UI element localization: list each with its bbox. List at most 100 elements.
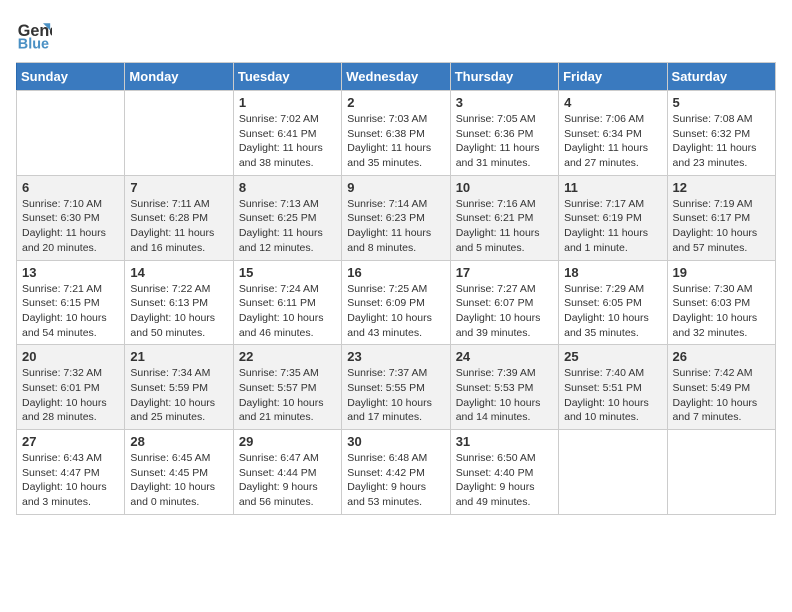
calendar-cell: 25 Sunrise: 7:40 AM Sunset: 5:51 PM Dayli… xyxy=(559,345,667,430)
week-row-1: 1Sunrise: 7:02 AM Sunset: 6:41 PM Daylig… xyxy=(17,91,776,176)
day-info: Sunrise: 7:05 AM Sunset: 6:36 PM Dayligh… xyxy=(456,112,553,171)
week-row-3: 13Sunrise: 7:21 AM Sunset: 6:15 PM Dayli… xyxy=(17,260,776,345)
calendar-cell xyxy=(17,91,125,176)
day-info: Sunrise: 7:08 AM Sunset: 6:32 PM Dayligh… xyxy=(673,112,770,171)
day-info: Sunrise: 7:25 AM Sunset: 6:09 PM Dayligh… xyxy=(347,282,444,341)
day-info: Sunrise: 7:19 AM Sunset: 6:17 PM Dayligh… xyxy=(673,197,770,256)
day-info: Sunrise: 7:37 AM Sunset: 5:55 PM Dayligh… xyxy=(347,366,444,425)
day-info: Sunrise: 6:43 AM Sunset: 4:47 PM Dayligh… xyxy=(22,451,119,510)
day-number: 24 xyxy=(456,349,553,364)
day-info: Sunrise: 7:27 AM Sunset: 6:07 PM Dayligh… xyxy=(456,282,553,341)
calendar-cell: 5 Sunrise: 7:08 AM Sunset: 6:32 PM Daylig… xyxy=(667,91,775,176)
day-number: 28 xyxy=(130,434,227,449)
calendar-cell: 2 Sunrise: 7:03 AM Sunset: 6:38 PM Daylig… xyxy=(342,91,450,176)
day-number: 8 xyxy=(239,180,336,195)
calendar-cell: 7 Sunrise: 7:11 AM Sunset: 6:28 PM Daylig… xyxy=(125,175,233,260)
calendar-cell: 12 Sunrise: 7:19 AM Sunset: 6:17 PM Dayli… xyxy=(667,175,775,260)
day-info: Sunrise: 7:40 AM Sunset: 5:51 PM Dayligh… xyxy=(564,366,661,425)
day-header-tuesday: Tuesday xyxy=(233,63,341,91)
day-info: Sunrise: 7:34 AM Sunset: 5:59 PM Dayligh… xyxy=(130,366,227,425)
day-info: Sunrise: 7:10 AM Sunset: 6:30 PM Dayligh… xyxy=(22,197,119,256)
day-number: 15 xyxy=(239,265,336,280)
day-number: 11 xyxy=(564,180,661,195)
calendar-cell: 24Sunrise: 7:39 AM Sunset: 5:53 PM Dayli… xyxy=(450,345,558,430)
day-number: 12 xyxy=(673,180,770,195)
day-info: Sunrise: 7:42 AM Sunset: 5:49 PM Dayligh… xyxy=(673,366,770,425)
day-number: 19 xyxy=(673,265,770,280)
calendar-cell: 18 Sunrise: 7:29 AM Sunset: 6:05 PM Dayli… xyxy=(559,260,667,345)
day-number: 21 xyxy=(130,349,227,364)
day-info: Sunrise: 7:16 AM Sunset: 6:21 PM Dayligh… xyxy=(456,197,553,256)
calendar-cell: 29 Sunrise: 6:47 AM Sunset: 4:44 PM Dayli… xyxy=(233,430,341,515)
day-number: 27 xyxy=(22,434,119,449)
day-number: 31 xyxy=(456,434,553,449)
day-number: 9 xyxy=(347,180,444,195)
week-row-4: 20 Sunrise: 7:32 AM Sunset: 6:01 PM Dayli… xyxy=(17,345,776,430)
day-number: 20 xyxy=(22,349,119,364)
day-number: 23 xyxy=(347,349,444,364)
calendar-cell: 8 Sunrise: 7:13 AM Sunset: 6:25 PM Daylig… xyxy=(233,175,341,260)
day-header-saturday: Saturday xyxy=(667,63,775,91)
calendar-cell: 22Sunrise: 7:35 AM Sunset: 5:57 PM Dayli… xyxy=(233,345,341,430)
day-header-monday: Monday xyxy=(125,63,233,91)
day-number: 14 xyxy=(130,265,227,280)
day-number: 17 xyxy=(456,265,553,280)
day-info: Sunrise: 7:21 AM Sunset: 6:15 PM Dayligh… xyxy=(22,282,119,341)
day-info: Sunrise: 7:14 AM Sunset: 6:23 PM Dayligh… xyxy=(347,197,444,256)
day-info: Sunrise: 6:47 AM Sunset: 4:44 PM Dayligh… xyxy=(239,451,336,510)
day-info: Sunrise: 7:06 AM Sunset: 6:34 PM Dayligh… xyxy=(564,112,661,171)
day-info: Sunrise: 7:35 AM Sunset: 5:57 PM Dayligh… xyxy=(239,366,336,425)
day-header-friday: Friday xyxy=(559,63,667,91)
day-number: 7 xyxy=(130,180,227,195)
day-info: Sunrise: 7:29 AM Sunset: 6:05 PM Dayligh… xyxy=(564,282,661,341)
calendar-cell: 13Sunrise: 7:21 AM Sunset: 6:15 PM Dayli… xyxy=(17,260,125,345)
day-info: Sunrise: 7:24 AM Sunset: 6:11 PM Dayligh… xyxy=(239,282,336,341)
calendar-cell xyxy=(125,91,233,176)
day-info: Sunrise: 6:45 AM Sunset: 4:45 PM Dayligh… xyxy=(130,451,227,510)
day-info: Sunrise: 7:02 AM Sunset: 6:41 PM Dayligh… xyxy=(239,112,336,171)
calendar-cell: 19 Sunrise: 7:30 AM Sunset: 6:03 PM Dayli… xyxy=(667,260,775,345)
day-number: 26 xyxy=(673,349,770,364)
day-info: Sunrise: 6:50 AM Sunset: 4:40 PM Dayligh… xyxy=(456,451,553,510)
calendar-cell: 1Sunrise: 7:02 AM Sunset: 6:41 PM Daylig… xyxy=(233,91,341,176)
day-info: Sunrise: 7:11 AM Sunset: 6:28 PM Dayligh… xyxy=(130,197,227,256)
calendar-cell: 11 Sunrise: 7:17 AM Sunset: 6:19 PM Dayli… xyxy=(559,175,667,260)
calendar-cell: 15 Sunrise: 7:24 AM Sunset: 6:11 PM Dayli… xyxy=(233,260,341,345)
day-info: Sunrise: 7:03 AM Sunset: 6:38 PM Dayligh… xyxy=(347,112,444,171)
calendar-table: SundayMondayTuesdayWednesdayThursdayFrid… xyxy=(16,62,776,515)
day-header-thursday: Thursday xyxy=(450,63,558,91)
calendar-cell: 27 Sunrise: 6:43 AM Sunset: 4:47 PM Dayli… xyxy=(17,430,125,515)
calendar-cell: 21 Sunrise: 7:34 AM Sunset: 5:59 PM Dayli… xyxy=(125,345,233,430)
svg-text:Blue: Blue xyxy=(18,36,49,52)
logo: General Blue xyxy=(16,16,56,52)
calendar-cell xyxy=(559,430,667,515)
day-number: 18 xyxy=(564,265,661,280)
day-number: 30 xyxy=(347,434,444,449)
day-number: 6 xyxy=(22,180,119,195)
calendar-header-row: SundayMondayTuesdayWednesdayThursdayFrid… xyxy=(17,63,776,91)
calendar-cell: 9 Sunrise: 7:14 AM Sunset: 6:23 PM Daylig… xyxy=(342,175,450,260)
day-info: Sunrise: 7:17 AM Sunset: 6:19 PM Dayligh… xyxy=(564,197,661,256)
calendar-cell: 14Sunrise: 7:22 AM Sunset: 6:13 PM Dayli… xyxy=(125,260,233,345)
logo-icon: General Blue xyxy=(16,16,52,52)
calendar-cell: 4Sunrise: 7:06 AM Sunset: 6:34 PM Daylig… xyxy=(559,91,667,176)
day-number: 29 xyxy=(239,434,336,449)
day-info: Sunrise: 6:48 AM Sunset: 4:42 PM Dayligh… xyxy=(347,451,444,510)
day-number: 2 xyxy=(347,95,444,110)
day-info: Sunrise: 7:13 AM Sunset: 6:25 PM Dayligh… xyxy=(239,197,336,256)
day-header-wednesday: Wednesday xyxy=(342,63,450,91)
calendar-cell: 30 Sunrise: 6:48 AM Sunset: 4:42 PM Dayli… xyxy=(342,430,450,515)
week-row-2: 6 Sunrise: 7:10 AM Sunset: 6:30 PM Daylig… xyxy=(17,175,776,260)
day-number: 16 xyxy=(347,265,444,280)
calendar-cell: 26 Sunrise: 7:42 AM Sunset: 5:49 PM Dayli… xyxy=(667,345,775,430)
day-number: 25 xyxy=(564,349,661,364)
calendar-cell: 23 Sunrise: 7:37 AM Sunset: 5:55 PM Dayli… xyxy=(342,345,450,430)
day-info: Sunrise: 7:30 AM Sunset: 6:03 PM Dayligh… xyxy=(673,282,770,341)
calendar-cell: 3 Sunrise: 7:05 AM Sunset: 6:36 PM Daylig… xyxy=(450,91,558,176)
calendar-cell: 6 Sunrise: 7:10 AM Sunset: 6:30 PM Daylig… xyxy=(17,175,125,260)
day-number: 3 xyxy=(456,95,553,110)
day-number: 5 xyxy=(673,95,770,110)
day-info: Sunrise: 7:32 AM Sunset: 6:01 PM Dayligh… xyxy=(22,366,119,425)
day-number: 10 xyxy=(456,180,553,195)
calendar-cell xyxy=(667,430,775,515)
